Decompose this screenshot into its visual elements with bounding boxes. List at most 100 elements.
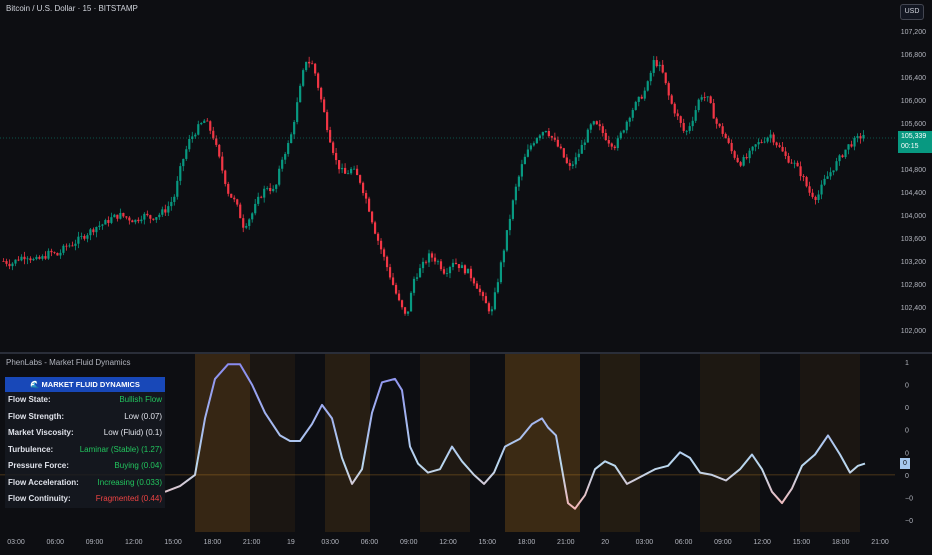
time-axis-labels: 03:00 06:00 09:00 12:00 15:00 18:00 21:00 19 03:… bbox=[7, 539, 889, 546]
candle-body bbox=[146, 213, 149, 216]
candle-body bbox=[571, 164, 574, 166]
candlestick-chart[interactable] bbox=[0, 0, 895, 352]
candle-body bbox=[137, 219, 140, 222]
candle-body bbox=[361, 182, 365, 194]
candle-body bbox=[149, 215, 152, 219]
current-price-tag: 105,339 00:15 bbox=[898, 131, 932, 153]
candle-body bbox=[559, 146, 562, 149]
candle-body bbox=[823, 178, 826, 185]
candle-body bbox=[856, 136, 859, 138]
candle-body bbox=[128, 217, 131, 221]
candle-body bbox=[544, 131, 547, 133]
candle-body bbox=[50, 250, 53, 253]
candle-body bbox=[463, 265, 467, 274]
candle-body bbox=[493, 292, 497, 310]
candle-body bbox=[352, 168, 356, 170]
candle-body bbox=[550, 136, 553, 138]
candle-body bbox=[77, 236, 80, 244]
candle-body bbox=[218, 144, 221, 157]
candle-body bbox=[598, 124, 601, 127]
candle-body bbox=[790, 162, 793, 164]
time-tick-label: 06:00 bbox=[361, 539, 379, 546]
candle-body bbox=[508, 218, 512, 231]
fluid-dynamics-table: 🌊 MARKET FLUID DYNAMICS Flow State: Bulli… bbox=[5, 377, 165, 508]
candle-body bbox=[445, 273, 449, 274]
candle-body bbox=[583, 142, 586, 145]
candle-body bbox=[358, 175, 362, 183]
indicator-tick-label: 0 bbox=[905, 405, 909, 412]
candle-body bbox=[236, 199, 239, 205]
candle-body bbox=[92, 229, 95, 233]
candle-body bbox=[532, 143, 535, 146]
candle-body bbox=[622, 130, 625, 133]
candle-body bbox=[194, 134, 197, 137]
candle-body bbox=[724, 133, 727, 139]
candle-body bbox=[592, 121, 595, 125]
candle-body bbox=[284, 153, 287, 160]
candle-body bbox=[670, 95, 673, 104]
indicator-title[interactable]: PhenLabs - Market Fluid Dynamics bbox=[6, 358, 131, 367]
candle-body bbox=[74, 243, 77, 246]
candle-body bbox=[772, 134, 775, 143]
candle-body bbox=[26, 258, 29, 260]
candle-body bbox=[742, 157, 745, 166]
candle-body bbox=[451, 262, 455, 268]
candle-body bbox=[65, 245, 68, 247]
candle-body bbox=[17, 259, 20, 261]
candle-body bbox=[155, 217, 158, 220]
candle-body bbox=[209, 121, 212, 131]
candle-body bbox=[652, 60, 655, 73]
indicator-axis[interactable]: 1 0 0 0 0 0 −0 −0 bbox=[895, 354, 932, 532]
candle-body bbox=[625, 121, 628, 131]
time-tick-label: 15:00 bbox=[479, 539, 497, 546]
price-axis[interactable]: 107,200 106,800 106,400 106,000 105,600 104,8… bbox=[895, 0, 932, 352]
candle-body bbox=[278, 168, 281, 185]
candle-body bbox=[290, 134, 293, 144]
candle-body bbox=[577, 153, 580, 158]
candle-body bbox=[580, 144, 583, 154]
candle-body bbox=[688, 126, 691, 131]
candle-body bbox=[134, 219, 137, 223]
candle-body bbox=[628, 117, 631, 122]
currency-button[interactable]: USD bbox=[900, 4, 924, 20]
candle-body bbox=[784, 151, 787, 156]
candle-body bbox=[418, 268, 422, 278]
candle-body bbox=[574, 157, 577, 165]
table-row: Turbulence: Laminar (Stable) (1.27) bbox=[5, 441, 165, 458]
candle-body bbox=[634, 101, 637, 110]
candle-body bbox=[227, 183, 230, 194]
candle-body bbox=[640, 96, 643, 99]
price-tick-label: 104,400 bbox=[901, 190, 926, 197]
time-tick-label: 03:00 bbox=[7, 539, 25, 546]
table-row: Flow Acceleration: Increasing (0.033) bbox=[5, 474, 165, 491]
candle-body bbox=[667, 83, 670, 96]
candle-body bbox=[850, 144, 853, 147]
row-label: Pressure Force: bbox=[8, 461, 69, 470]
row-label: Flow State: bbox=[8, 395, 51, 404]
price-tick-label: 107,200 bbox=[901, 29, 926, 36]
candle-body bbox=[718, 123, 721, 127]
candle-body bbox=[427, 253, 431, 263]
candle-body bbox=[505, 230, 509, 251]
candle-body bbox=[167, 206, 170, 213]
candle-body bbox=[799, 166, 802, 177]
candle-body bbox=[454, 262, 458, 265]
time-tick-label: 12:00 bbox=[753, 539, 771, 546]
price-chart-pane[interactable] bbox=[0, 0, 895, 352]
time-axis[interactable]: 03:00 06:00 09:00 12:00 15:00 18:00 21:00 19 03:… bbox=[0, 532, 932, 550]
candle-body bbox=[41, 256, 44, 259]
candle-body bbox=[658, 64, 661, 67]
candle-body bbox=[679, 116, 682, 123]
candle-body bbox=[242, 218, 245, 228]
candle-body bbox=[182, 158, 185, 167]
candle-body bbox=[631, 109, 634, 118]
flow-background-band bbox=[600, 354, 640, 532]
candle-body bbox=[311, 63, 314, 65]
candle-body bbox=[98, 225, 101, 227]
candle-body bbox=[335, 152, 338, 161]
candle-body bbox=[637, 96, 640, 102]
candle-body bbox=[323, 99, 326, 113]
candle-body bbox=[179, 166, 182, 181]
candle-body bbox=[376, 233, 380, 241]
candle-body bbox=[565, 157, 568, 164]
